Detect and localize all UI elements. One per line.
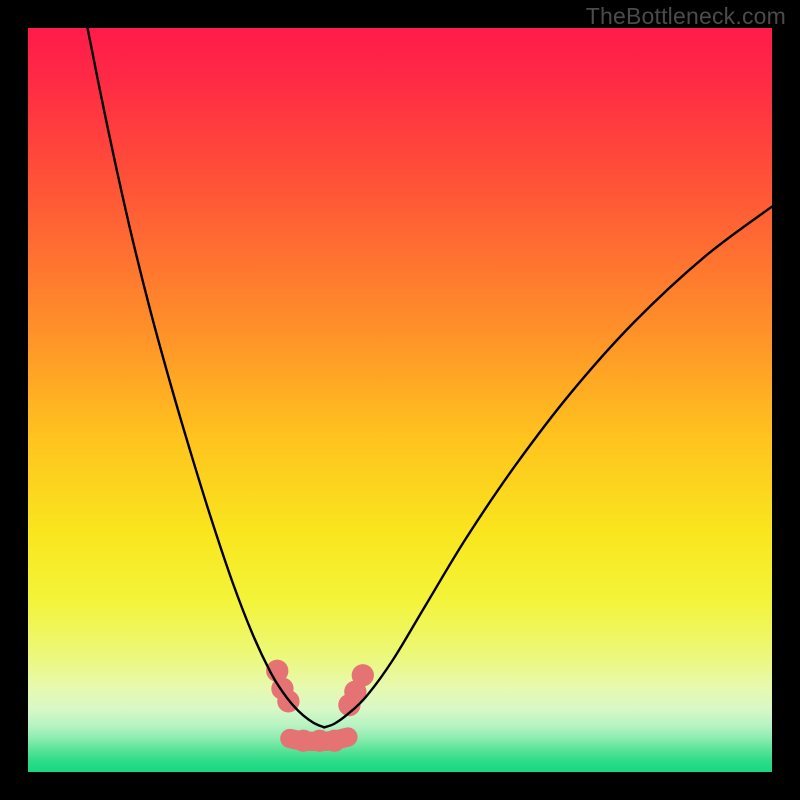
right-branch-curve (324, 207, 772, 728)
chart-frame: TheBottleneck.com (0, 0, 800, 800)
trough-dot (352, 664, 374, 686)
curve-layer (28, 28, 772, 772)
trough-dot (323, 730, 345, 752)
left-branch-curve (88, 28, 325, 727)
plot-area (28, 28, 772, 772)
watermark-label: TheBottleneck.com (586, 3, 786, 30)
